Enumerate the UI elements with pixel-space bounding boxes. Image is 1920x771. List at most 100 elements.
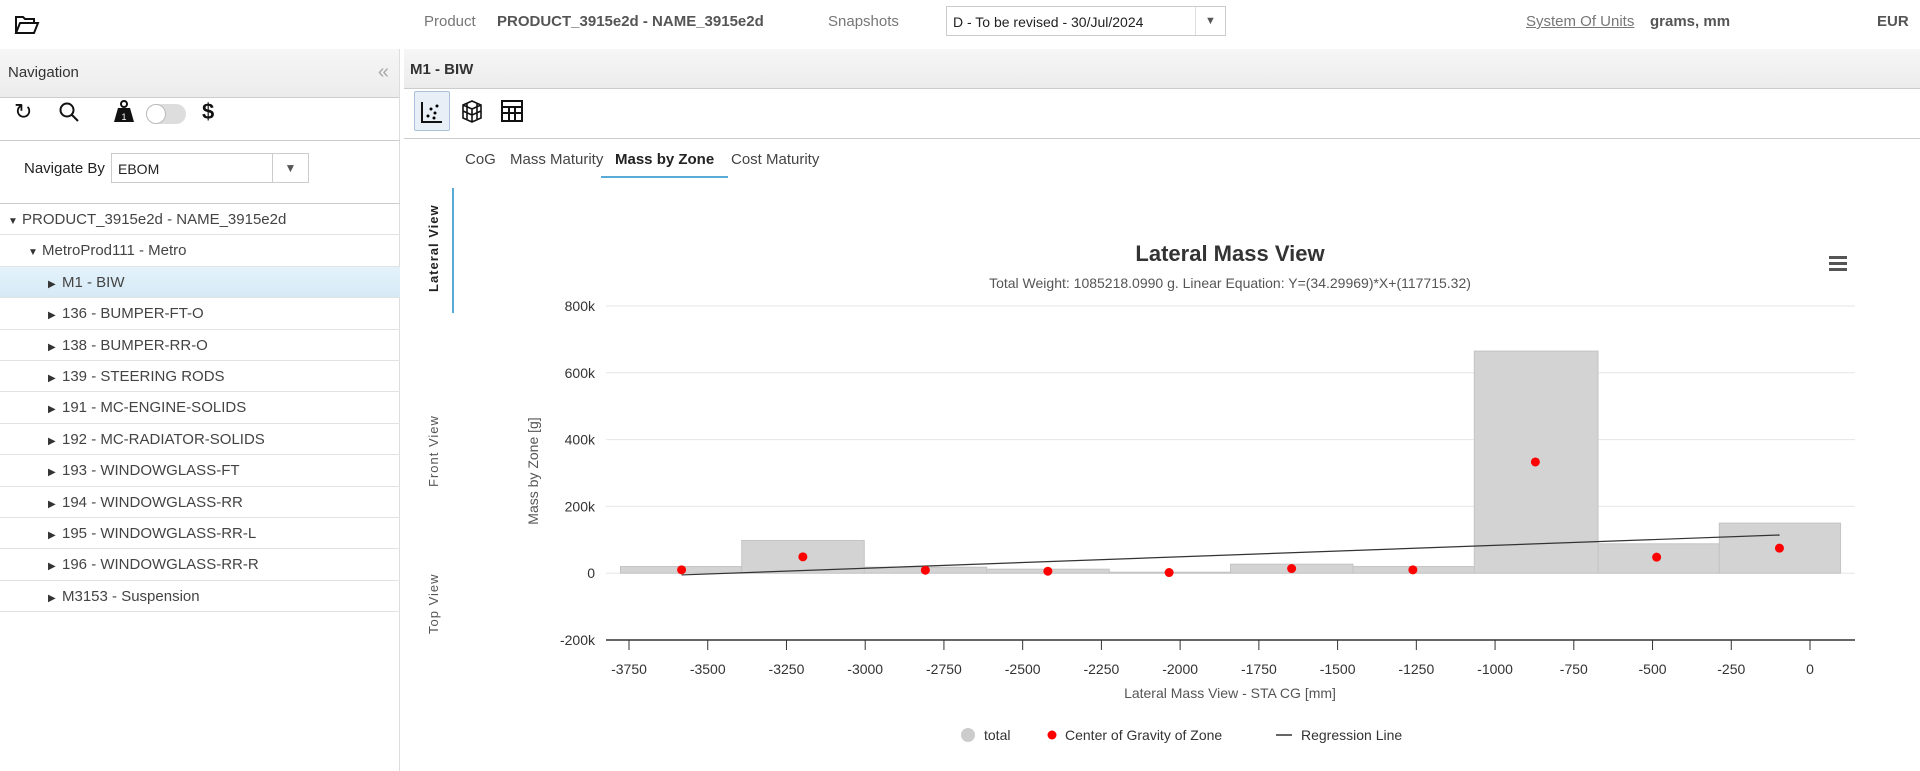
x-tick-label: -2250 — [1083, 661, 1119, 677]
snapshot-selected-value: D - To be revised - 30/Jul/2024 — [953, 14, 1144, 30]
x-tick-label: -2500 — [1005, 661, 1041, 677]
tree-item-label: 139 - STEERING RODS — [62, 367, 225, 385]
search-icon[interactable] — [58, 101, 80, 123]
y-axis-title: Mass by Zone [g] — [525, 417, 541, 524]
tree-item[interactable]: ▶ 193 - WINDOWGLASS-FT — [0, 455, 400, 488]
tree-item-label: 194 - WINDOWGLASS-RR — [62, 493, 243, 511]
view-tab-front-view[interactable]: Front View — [426, 415, 441, 487]
x-tick-label: -1000 — [1477, 661, 1513, 677]
hamburger-menu-icon[interactable] — [1829, 256, 1847, 271]
product-label: Product — [424, 13, 476, 30]
product-value: PRODUCT_3915e2d - NAME_3915e2d — [497, 13, 764, 30]
tab-cost-maturity[interactable]: Cost Maturity — [717, 149, 833, 178]
cog-point — [1287, 564, 1297, 574]
3d-view-button[interactable] — [454, 91, 490, 131]
tree-item[interactable]: ▶ 195 - WINDOWGLASS-RR-L — [0, 518, 400, 551]
tree-item[interactable]: ▶ 136 - BUMPER-FT-O — [0, 298, 400, 331]
tab-mass-maturity[interactable]: Mass Maturity — [496, 149, 617, 178]
main-header: M1 - BIW — [404, 49, 1920, 89]
caret-right-icon[interactable]: ▶ — [48, 457, 62, 488]
cog-point — [798, 552, 808, 562]
navigation-title: Navigation — [8, 64, 79, 81]
dollar-icon[interactable]: $ — [202, 99, 214, 125]
svg-text:1: 1 — [121, 112, 126, 122]
tree-item[interactable]: ▶ 139 - STEERING RODS — [0, 361, 400, 394]
legend-total-icon — [961, 728, 975, 742]
tab-mass-by-zone[interactable]: Mass by Zone — [601, 149, 729, 178]
tree-item[interactable]: ▶ 138 - BUMPER-RR-O — [0, 330, 400, 361]
scatter-chart-icon — [421, 102, 442, 123]
tree-item-label: M3153 - Suspension — [62, 587, 200, 605]
currency-value: EUR — [1877, 13, 1909, 30]
caret-right-icon[interactable]: ▶ — [48, 426, 62, 457]
x-tick-label: -250 — [1717, 661, 1745, 677]
caret-right-icon[interactable]: ▶ — [48, 332, 62, 363]
system-of-units-link[interactable]: System Of Units — [1526, 13, 1634, 30]
active-view-indicator — [452, 188, 454, 313]
tree-item-label: 192 - MC-RADIATOR-SOLIDS — [62, 430, 265, 448]
x-tick-label: -3250 — [769, 661, 805, 677]
top-bar: Product PRODUCT_3915e2d - NAME_3915e2d S… — [0, 0, 1920, 49]
chart-title: Lateral Mass View — [1135, 241, 1325, 266]
table-icon — [501, 100, 523, 122]
cube-grid-icon — [462, 100, 482, 123]
chevron-down-icon[interactable]: ▼ — [1195, 7, 1225, 35]
navigation-header: Navigation — [0, 49, 399, 98]
collapse-sidebar-icon[interactable]: « — [378, 61, 389, 84]
caret-right-icon[interactable]: ▶ — [48, 489, 62, 520]
caret-right-icon[interactable]: ▶ — [48, 583, 62, 614]
tree-item[interactable]: ▶ M1 - BIW — [0, 266, 400, 300]
cog-point — [1408, 565, 1418, 575]
cog-point — [1774, 543, 1784, 553]
legend-cog: Center of Gravity of Zone — [1065, 727, 1222, 743]
snapshot-select[interactable]: D - To be revised - 30/Jul/2024 ▼ — [946, 6, 1226, 36]
tree-item-label: 195 - WINDOWGLASS-RR-L — [62, 524, 257, 542]
caret-right-icon[interactable]: ▶ — [48, 269, 62, 300]
tree-item[interactable]: ▶ M3153 - Suspension — [0, 581, 400, 614]
caret-right-icon[interactable]: ▶ — [48, 300, 62, 331]
weight-icon[interactable]: 1 — [113, 99, 135, 123]
divider — [404, 138, 1920, 139]
x-tick-label: -750 — [1560, 661, 1588, 677]
navigation-sidebar: Navigation « ↻ 1 $ Navigate By EBOM ▼ ▼ PR… — [0, 49, 400, 771]
cog-point — [920, 565, 930, 575]
caret-down-icon[interactable]: ▼ — [8, 206, 22, 237]
toggle-knob — [146, 104, 166, 124]
divider — [0, 140, 400, 141]
x-tick-label: -1250 — [1398, 661, 1434, 677]
caret-right-icon[interactable]: ▶ — [48, 520, 62, 551]
tree-item[interactable]: ▶ 196 - WINDOWGLASS-RR-R — [0, 549, 400, 582]
x-tick-label: -3750 — [611, 661, 647, 677]
tree-item[interactable]: ▼ MetroProd111 - Metro — [0, 235, 400, 268]
refresh-icon[interactable]: ↻ — [14, 99, 32, 125]
x-tick-label: -3500 — [690, 661, 726, 677]
tree-item-label: PRODUCT_3915e2d - NAME_3915e2d — [22, 211, 287, 228]
view-tab-top-view[interactable]: Top View — [426, 573, 441, 634]
caret-right-icon[interactable]: ▶ — [48, 551, 62, 582]
mass-cost-toggle[interactable] — [146, 104, 186, 124]
navigation-tree: ▼ PRODUCT_3915e2d - NAME_3915e2d ▼ MetroPro… — [0, 203, 400, 614]
caret-right-icon[interactable]: ▶ — [48, 363, 62, 394]
navigate-by-label: Navigate By — [24, 160, 105, 177]
navigate-by-select[interactable]: EBOM ▼ — [111, 153, 309, 183]
tree-item[interactable]: ▶ 192 - MC-RADIATOR-SOLIDS — [0, 424, 400, 457]
view-tab-lateral-view[interactable]: Lateral View — [426, 204, 441, 292]
y-tick-label: 600k — [565, 365, 596, 381]
tree-item-label: MetroProd111 - Metro — [42, 242, 187, 260]
table-view-button[interactable] — [494, 91, 530, 131]
x-tick-label: -3000 — [847, 661, 883, 677]
folder-open-icon[interactable] — [14, 14, 40, 36]
tree-item-label: 191 - MC-ENGINE-SOLIDS — [62, 399, 247, 417]
chart-view-button[interactable] — [414, 91, 450, 131]
caret-right-icon[interactable]: ▶ — [48, 394, 62, 425]
caret-down-icon[interactable]: ▼ — [28, 237, 42, 268]
tree-item[interactable]: ▶ 194 - WINDOWGLASS-RR — [0, 487, 400, 518]
legend-regression: Regression Line — [1301, 727, 1402, 743]
tree-item[interactable]: ▼ PRODUCT_3915e2d - NAME_3915e2d — [0, 204, 400, 237]
cog-point — [677, 565, 687, 575]
y-tick-label: -200k — [560, 632, 596, 648]
tree-item[interactable]: ▶ 191 - MC-ENGINE-SOLIDS — [0, 392, 400, 425]
cog-point — [1043, 566, 1053, 576]
x-axis-title: Lateral Mass View - STA CG [mm] — [1124, 685, 1336, 701]
chevron-down-icon[interactable]: ▼ — [272, 154, 308, 182]
